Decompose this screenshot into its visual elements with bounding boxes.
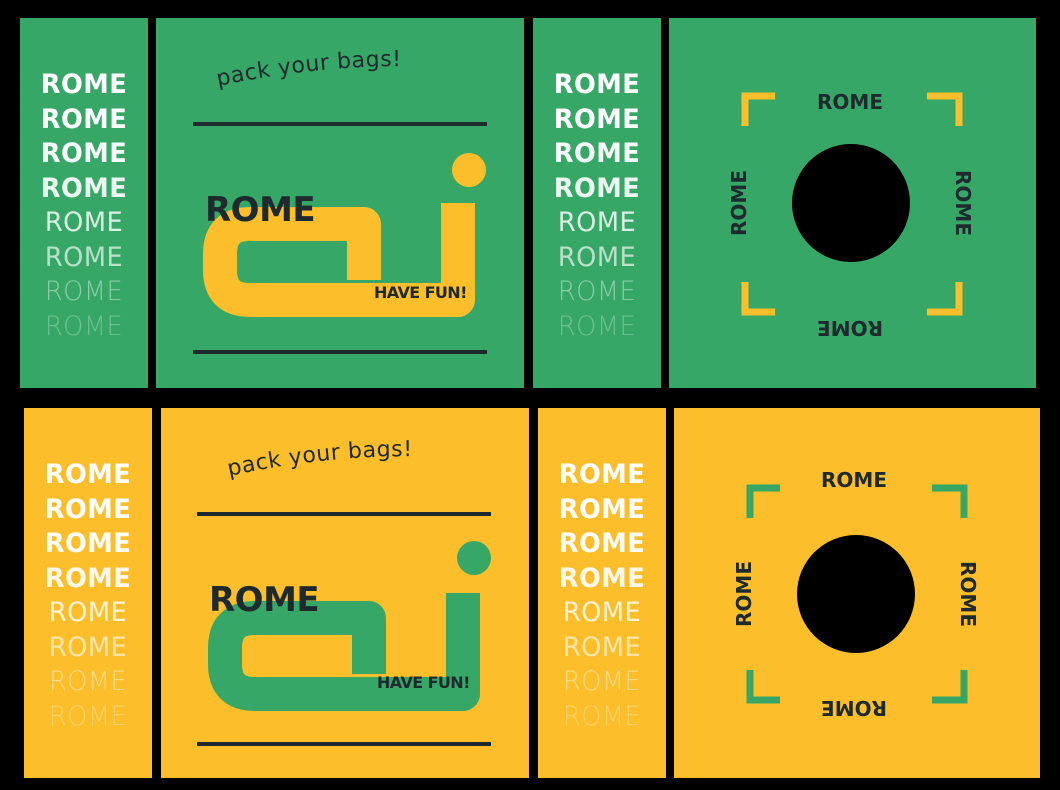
corner-bracket-bl (741, 282, 775, 316)
stack-word: ROME (553, 138, 641, 169)
stack-word: ROME (40, 103, 128, 135)
divider-bottom (193, 350, 487, 354)
rome-stack: ROME ROME ROME ROME ROME ROME ROME ROME (24, 408, 152, 778)
stack-word: ROME (44, 207, 124, 238)
poster-panel: pack your bags! ROME HAVE FUN! (156, 18, 524, 388)
poster-subtitle: HAVE FUN! (374, 283, 467, 302)
rome-stack: ROME ROME ROME ROME ROME ROME ROME ROME (538, 408, 666, 778)
badge-label-left: ROME (727, 170, 751, 236)
poster-title: ROME (205, 190, 316, 230)
divider-top (197, 512, 491, 516)
poster-title: ROME (209, 580, 320, 620)
poster-panel: pack your bags! ROME HAVE FUN! (161, 408, 529, 778)
yellow-row: ROME ROME ROME ROME ROME ROME ROME ROME … (0, 408, 1060, 778)
stack-word: ROME (40, 138, 128, 169)
stack-word: ROME (558, 493, 646, 525)
stack-word: ROME (558, 528, 646, 559)
badge-panel: ROME ROME ROME ROME (669, 18, 1036, 388)
stack-word: ROME (562, 597, 642, 628)
badge-label-right: ROME (951, 170, 975, 236)
badge-label-bottom: ROME (817, 316, 883, 340)
stack-word: ROME (44, 276, 124, 307)
center-disc (797, 535, 915, 653)
divider-bottom (197, 742, 491, 746)
stack-word: ROME (558, 459, 646, 490)
stack-panel-right: ROME ROME ROME ROME ROME ROME ROME ROME (533, 18, 661, 388)
divider-top (193, 122, 487, 126)
corner-bracket-bl (746, 670, 780, 704)
badge-panel: ROME ROME ROME ROME (674, 408, 1040, 778)
stack-word: ROME (558, 562, 646, 594)
stack-word: ROME (553, 69, 641, 100)
badge-label-left: ROME (732, 561, 756, 627)
corner-bracket-tr (927, 92, 963, 126)
stack-word: ROME (48, 631, 128, 663)
stack-panel-left: ROME ROME ROME ROME ROME ROME ROME ROME (24, 408, 152, 778)
stack-word: ROME (40, 172, 128, 204)
stack-word: ROME (44, 459, 132, 490)
stack-word: ROME (44, 310, 124, 342)
stack-word: ROME (48, 597, 128, 628)
stack-word: ROME (553, 103, 641, 135)
stack-word: ROME (40, 69, 128, 100)
green-row: ROME ROME ROME ROME ROME ROME ROME ROME … (0, 18, 1060, 388)
hook-dot (452, 153, 486, 187)
stack-word: ROME (553, 172, 641, 204)
rome-stack: ROME ROME ROME ROME ROME ROME ROME ROME (20, 18, 148, 388)
tagline-arc: pack your bags! (225, 437, 413, 482)
corner-bracket-br (932, 670, 968, 704)
badge-label-top: ROME (821, 468, 887, 492)
corner-bracket-tl (746, 484, 780, 518)
badge-label-right: ROME (956, 561, 980, 627)
corner-bracket-br (927, 282, 963, 316)
stack-word: ROME (48, 666, 128, 697)
stack-word: ROME (562, 631, 642, 663)
stack-word: ROME (557, 276, 637, 307)
center-disc (792, 144, 910, 262)
rome-stack: ROME ROME ROME ROME ROME ROME ROME ROME (533, 18, 661, 388)
badge-label-top: ROME (817, 90, 883, 114)
stack-word: ROME (562, 666, 642, 697)
stack-panel-right: ROME ROME ROME ROME ROME ROME ROME ROME (538, 408, 666, 778)
stack-word: ROME (557, 241, 637, 273)
stack-word: ROME (44, 562, 132, 594)
hook-dot (457, 541, 491, 575)
stack-word: ROME (557, 207, 637, 238)
stack-word: ROME (48, 700, 128, 732)
corner-bracket-tl (741, 92, 775, 126)
badge-art (746, 484, 968, 704)
badge-label-bottom: ROME (821, 696, 887, 720)
tagline-arc: pack your bags! (214, 47, 401, 92)
corner-bracket-tr (932, 484, 968, 518)
stack-word: ROME (44, 241, 124, 273)
stack-word: ROME (44, 493, 132, 525)
poster-subtitle: HAVE FUN! (377, 673, 470, 692)
stack-word: ROME (44, 528, 132, 559)
stack-word: ROME (557, 310, 637, 342)
stack-word: ROME (562, 700, 642, 732)
stack-panel-left: ROME ROME ROME ROME ROME ROME ROME ROME (20, 18, 148, 388)
